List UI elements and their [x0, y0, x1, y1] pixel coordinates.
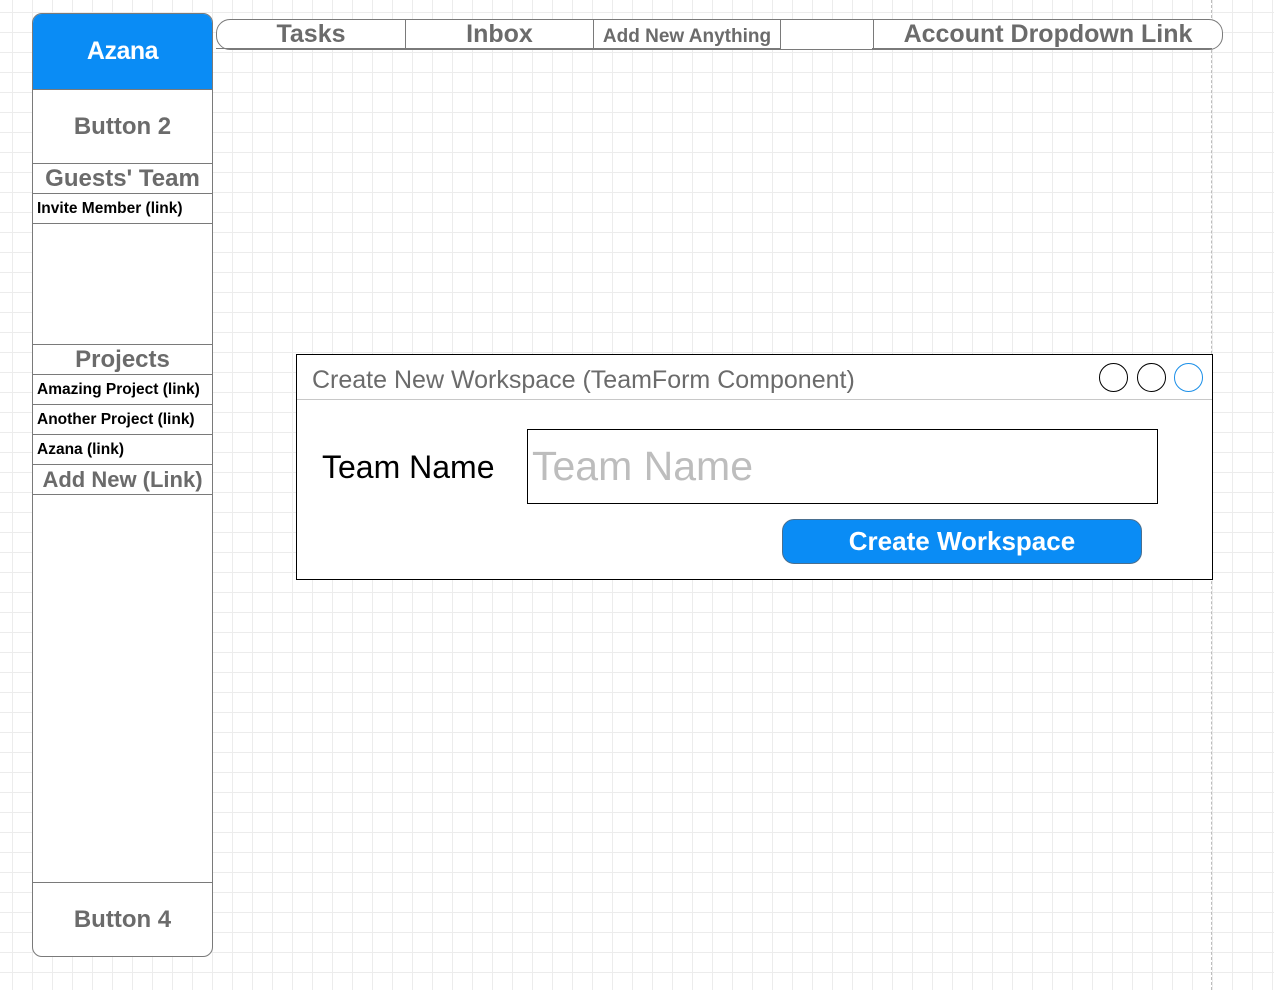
- tab-inbox[interactable]: Inbox: [405, 20, 593, 49]
- project-link[interactable]: Another Project (link): [33, 405, 212, 435]
- tab-account-dropdown[interactable]: Account Dropdown Link: [873, 20, 1222, 49]
- projects-header: Projects: [33, 344, 212, 375]
- team-name-label: Team Name: [322, 449, 495, 485]
- button-4[interactable]: Button 4: [33, 882, 212, 956]
- project-link[interactable]: Amazing Project (link): [33, 375, 212, 405]
- tabs-underline: [216, 48, 780, 49]
- tab-tasks[interactable]: Tasks: [217, 20, 405, 49]
- tab-add-new-anything[interactable]: Add New Anything: [593, 20, 780, 49]
- team-name-input[interactable]: [527, 429, 1158, 504]
- top-nav: Tasks Inbox Add New Anything Account Dro…: [216, 19, 1223, 50]
- dialog-divider: [297, 399, 1212, 400]
- brand-logo[interactable]: Azana: [33, 14, 212, 90]
- dialog-title: Create New Workspace (TeamForm Component…: [312, 366, 855, 394]
- sidebar: Azana Button 2 Guests' Team Invite Membe…: [32, 13, 213, 957]
- invite-member-link[interactable]: Invite Member (link): [33, 194, 212, 224]
- circle-icon[interactable]: [1099, 363, 1128, 392]
- create-workspace-button[interactable]: Create Workspace: [782, 519, 1142, 564]
- account-tab-underline: [872, 48, 1212, 49]
- circle-icon[interactable]: [1174, 363, 1203, 392]
- create-workspace-dialog: Create New Workspace (TeamForm Component…: [296, 354, 1213, 580]
- team-header: Guests' Team: [33, 163, 212, 194]
- add-new-project-link[interactable]: Add New (Link): [33, 465, 212, 495]
- project-link[interactable]: Azana (link): [33, 435, 212, 465]
- button-2[interactable]: Button 2: [33, 90, 212, 163]
- circle-icon[interactable]: [1137, 363, 1166, 392]
- tab-empty[interactable]: [780, 20, 873, 49]
